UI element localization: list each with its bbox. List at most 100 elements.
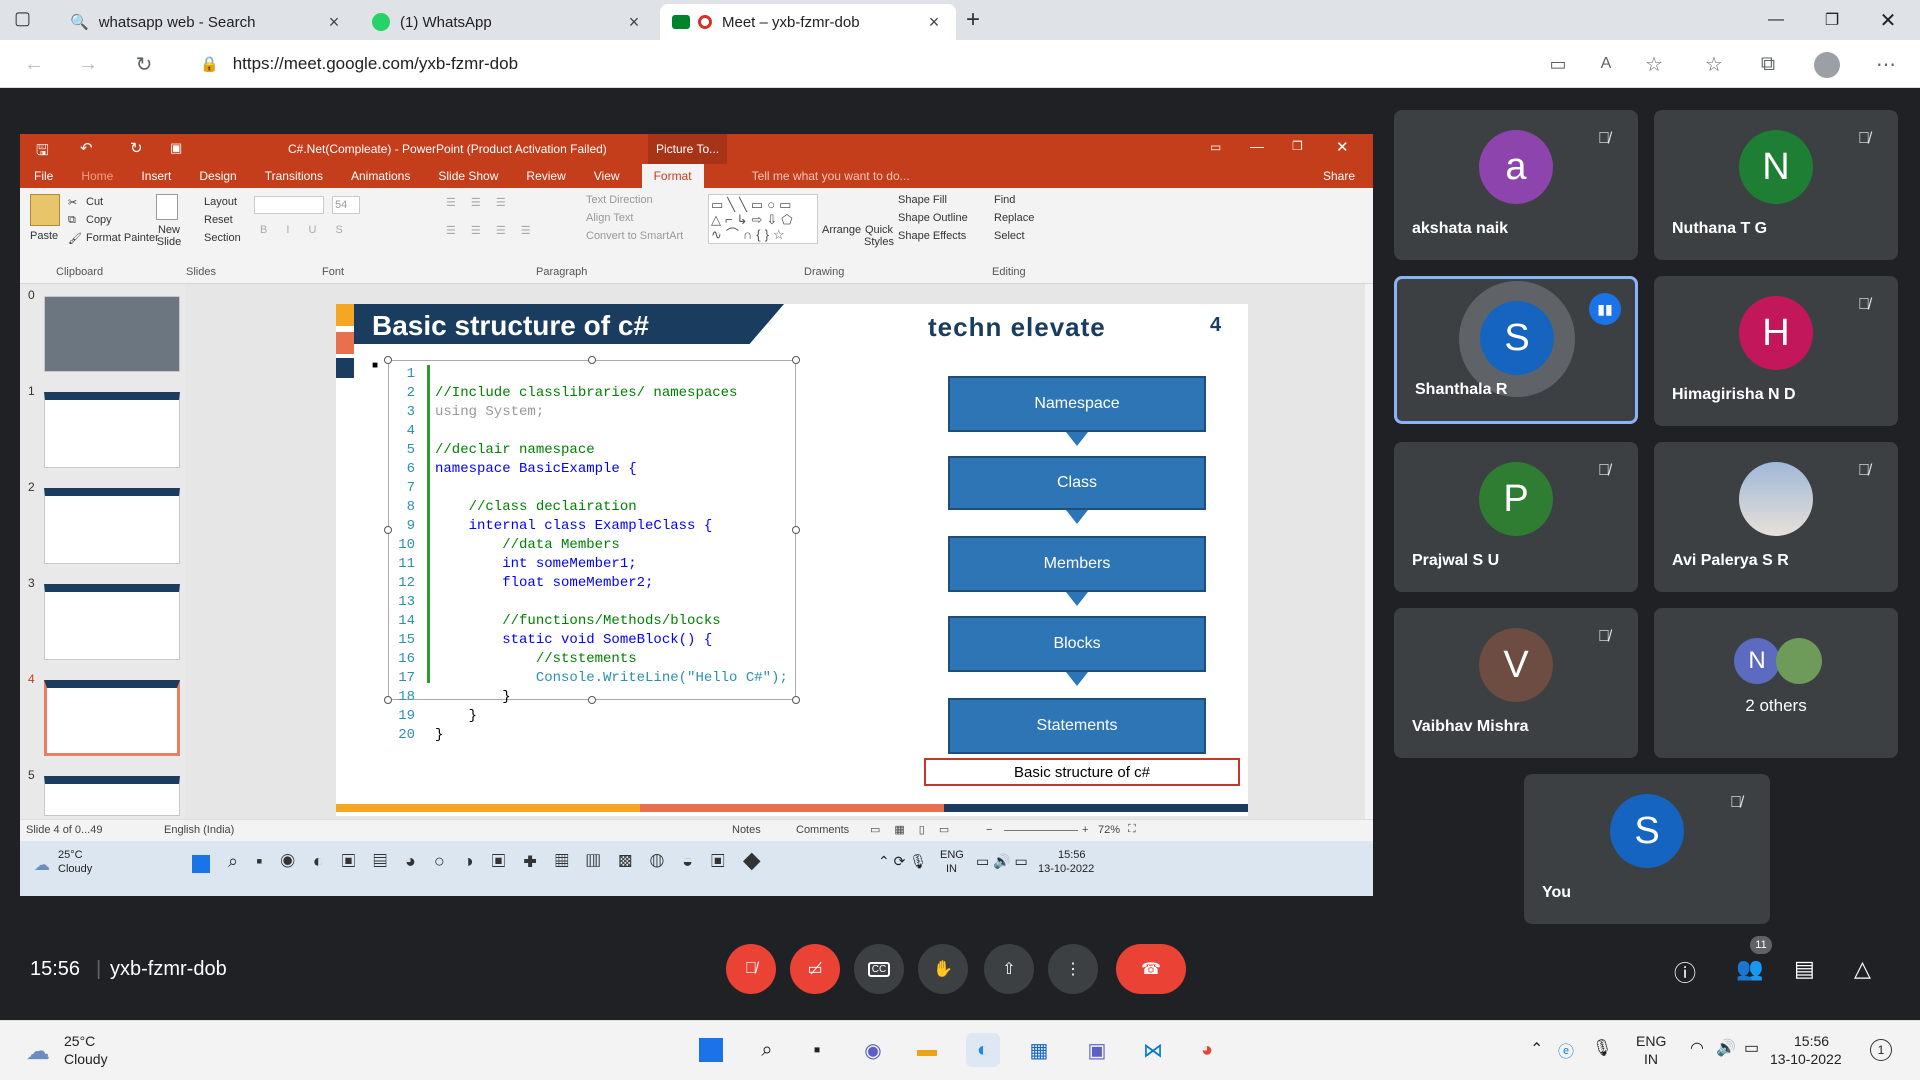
tab-whatsapp-search[interactable]: 🔍 whatsapp web - Search × bbox=[58, 4, 356, 40]
back-button[interactable]: ← bbox=[18, 48, 50, 80]
teams-icon[interactable]: ▣ bbox=[1080, 1033, 1114, 1067]
close-icon[interactable]: × bbox=[924, 12, 944, 33]
info-icon[interactable]: ⓘ bbox=[1674, 956, 1696, 988]
align-text-button[interactable]: Align Text bbox=[586, 212, 634, 224]
shape-fill-button[interactable]: Shape Fill bbox=[898, 194, 947, 206]
restore-icon[interactable]: ❐ bbox=[1292, 139, 1303, 153]
network-icon[interactable]: ▭ 🔊 ▭ bbox=[976, 853, 1028, 870]
find-button[interactable]: Find bbox=[994, 194, 1015, 206]
list-icons[interactable]: ☰ ☰ ☰ bbox=[446, 196, 512, 209]
edge-tray-icon[interactable]: ⓔ bbox=[1558, 1038, 1574, 1062]
read-aloud-icon[interactable]: A bbox=[1590, 48, 1622, 80]
replace-button[interactable]: Replace bbox=[994, 212, 1034, 224]
text-direction-button[interactable]: Text Direction bbox=[586, 194, 653, 206]
minimize-button[interactable]: — bbox=[1748, 0, 1804, 40]
url-field[interactable]: 🔒 https://meet.google.com/yxb-fzmr-dob bbox=[180, 46, 1500, 82]
present-button[interactable]: ⇧ bbox=[984, 944, 1034, 994]
resize-handle[interactable] bbox=[384, 526, 392, 534]
tab-whatsapp[interactable]: (1) WhatsApp × bbox=[360, 4, 656, 40]
menu-animations[interactable]: Animations bbox=[351, 169, 410, 183]
slide-thumb-1[interactable] bbox=[44, 392, 180, 468]
slide-thumb-2[interactable] bbox=[44, 488, 180, 564]
mic-toggle-button[interactable]: 🎙̸ bbox=[726, 944, 776, 994]
wifi-icon[interactable]: ◠ bbox=[1690, 1038, 1704, 1058]
resize-handle[interactable] bbox=[384, 696, 392, 704]
task-view-icon[interactable]: ▪ bbox=[800, 1033, 834, 1067]
favorite-add-icon[interactable]: ☆ bbox=[1638, 48, 1670, 80]
participant-tile[interactable]: P 🎙̸ Prajwal S U bbox=[1394, 442, 1638, 592]
maximize-button[interactable]: ❐ bbox=[1804, 0, 1860, 40]
undo-icon[interactable]: ↶ bbox=[80, 139, 93, 157]
activities-icon[interactable]: △ bbox=[1854, 956, 1871, 982]
notes-button[interactable]: Notes bbox=[732, 824, 761, 836]
participant-tile[interactable]: V 🎙̸ Vaibhav Mishra bbox=[1394, 608, 1638, 758]
format-painter-button[interactable]: Format Painter bbox=[86, 232, 159, 244]
participant-tile[interactable]: a 🎙̸ akshata naik bbox=[1394, 110, 1638, 260]
comments-button[interactable]: Comments bbox=[796, 824, 849, 836]
brush-icon[interactable]: 🖌 bbox=[68, 232, 82, 245]
menu-insert[interactable]: Insert bbox=[141, 169, 171, 183]
forward-button[interactable]: → bbox=[72, 48, 104, 80]
copy-button[interactable]: Copy bbox=[86, 214, 112, 226]
zoom-in-icon[interactable]: + bbox=[1082, 824, 1088, 836]
align-icons[interactable]: ☰ ☰ ☰ ☰ bbox=[446, 224, 537, 237]
participant-tile[interactable]: N 🎙̸ Nuthana T G bbox=[1654, 110, 1898, 260]
select-button[interactable]: Select bbox=[994, 230, 1025, 242]
shape-effects-button[interactable]: Shape Effects bbox=[898, 230, 966, 242]
camera-icon[interactable]: ▭ bbox=[1542, 48, 1574, 80]
taskbar-lang[interactable]: ENG bbox=[1636, 1033, 1666, 1049]
resize-handle[interactable] bbox=[588, 356, 596, 364]
resize-handle[interactable] bbox=[384, 356, 392, 364]
font-format-icons[interactable]: B I U S bbox=[260, 224, 351, 236]
font-size-select[interactable]: 54 bbox=[332, 196, 360, 214]
chat-app-icon[interactable]: ◉ bbox=[856, 1033, 890, 1067]
people-icon[interactable]: 👥 bbox=[1736, 956, 1763, 982]
reset-button[interactable]: Reset bbox=[204, 214, 233, 226]
slide-thumb-4[interactable] bbox=[44, 680, 180, 756]
menu-slide-show[interactable]: Slide Show bbox=[438, 169, 498, 183]
notification-badge[interactable]: 1 bbox=[1870, 1039, 1892, 1061]
zoom-slider[interactable] bbox=[1004, 830, 1078, 831]
favorites-icon[interactable]: ☆ bbox=[1698, 48, 1730, 80]
copy-icon[interactable]: ⧉ bbox=[68, 214, 76, 227]
paste-icon[interactable] bbox=[30, 194, 60, 226]
arrange-button[interactable]: Arrange bbox=[822, 224, 861, 236]
resize-handle[interactable] bbox=[588, 696, 596, 704]
chat-icon[interactable]: ▤ bbox=[1794, 956, 1815, 982]
save-icon[interactable]: 🖫 bbox=[36, 140, 49, 165]
more-icon[interactable]: ⋯ bbox=[1870, 48, 1902, 80]
taskbar-region[interactable]: IN bbox=[1644, 1051, 1658, 1067]
camera-toggle-button[interactable]: ▭̸ bbox=[790, 944, 840, 994]
battery-icon[interactable]: ▭ bbox=[1744, 1038, 1759, 1058]
raise-hand-button[interactable]: ✋ bbox=[918, 944, 968, 994]
participant-tile-speaking[interactable]: S ▮▮ Shanthala R bbox=[1394, 276, 1638, 424]
captions-button[interactable]: CC bbox=[854, 944, 904, 994]
ribbon-display-icon[interactable]: ▭ bbox=[1210, 140, 1221, 154]
cut-button[interactable]: Cut bbox=[86, 196, 103, 208]
participant-tile[interactable]: 🎙̸ Avi Palerya S R bbox=[1654, 442, 1898, 592]
refresh-button[interactable]: ↻ bbox=[128, 48, 160, 80]
view-icons[interactable]: ▭▦▯▭ bbox=[870, 823, 963, 836]
layout-button[interactable]: Layout bbox=[204, 196, 237, 208]
close-icon[interactable]: × bbox=[324, 12, 344, 33]
tray-icons[interactable]: ⌃ ⟳ 🎙 bbox=[878, 853, 927, 870]
zoom-out-icon[interactable]: − bbox=[986, 824, 992, 836]
quick-styles-button[interactable]: Quick Styles bbox=[864, 224, 894, 248]
tray-overflow-icon[interactable]: ⌃ bbox=[1530, 1039, 1543, 1059]
new-slide-icon[interactable] bbox=[156, 194, 178, 220]
menu-view[interactable]: View bbox=[594, 169, 620, 183]
language-status[interactable]: English (India) bbox=[164, 824, 234, 836]
minimize-icon[interactable]: — bbox=[1250, 138, 1264, 154]
zoom-level[interactable]: 72% bbox=[1098, 824, 1120, 836]
tab-meet[interactable]: Meet – yxb-fzmr-dob × bbox=[660, 4, 956, 40]
menu-review[interactable]: Review bbox=[526, 169, 565, 183]
fit-slide-icon[interactable]: ⛶ bbox=[1128, 823, 1136, 836]
windows-icon[interactable] bbox=[192, 855, 210, 873]
vscode-icon[interactable]: ⋈ bbox=[1136, 1033, 1170, 1067]
font-family-select[interactable] bbox=[254, 196, 324, 214]
tab-actions-icon[interactable]: ▢ bbox=[14, 8, 38, 32]
collections-icon[interactable]: ⧉ bbox=[1752, 48, 1784, 80]
participant-tile[interactable]: H 🎙̸ Himagirisha N D bbox=[1654, 276, 1898, 426]
menu-file[interactable]: File bbox=[34, 169, 53, 183]
search-icon[interactable]: ⌕ bbox=[750, 1033, 784, 1067]
